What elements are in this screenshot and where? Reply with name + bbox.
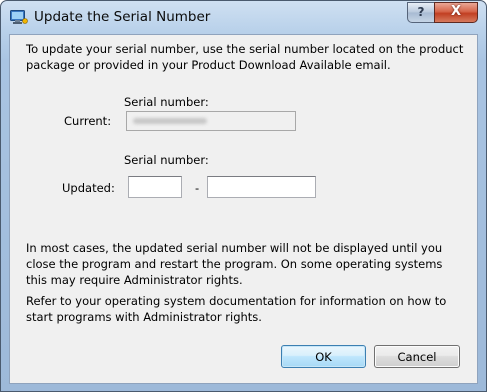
restart-note: In most cases, the updated serial number… xyxy=(26,241,443,287)
serial-part1-input[interactable] xyxy=(128,176,182,198)
help-icon: ? xyxy=(417,5,425,19)
close-button[interactable]: X xyxy=(434,2,478,23)
intro-text: To update your serial number, use the se… xyxy=(26,42,464,72)
window-title: Update the Serial Number xyxy=(34,9,211,25)
app-window-icon xyxy=(10,9,28,25)
ok-button[interactable]: OK xyxy=(281,345,366,368)
serial-part2-input[interactable] xyxy=(207,176,316,198)
updated-label: Updated: xyxy=(62,181,115,195)
admin-rights-note: Refer to your operating system documenta… xyxy=(26,294,447,324)
dialog-window: Update the Serial Number ? X To update y… xyxy=(0,0,487,392)
updated-serial-heading: Serial number: xyxy=(124,153,209,167)
current-serial-heading: Serial number: xyxy=(124,95,209,109)
current-serial-field xyxy=(126,111,296,131)
current-label: Current: xyxy=(64,114,112,128)
obscured-serial-value xyxy=(133,118,207,124)
title-bar[interactable]: Update the Serial Number ? X xyxy=(1,1,486,35)
help-button[interactable]: ? xyxy=(407,2,434,23)
serial-separator: - xyxy=(195,181,200,195)
cancel-button[interactable]: Cancel xyxy=(374,345,460,368)
caption-buttons: ? X xyxy=(407,2,478,23)
close-icon: X xyxy=(450,4,462,19)
dialog-body: To update your serial number, use the se… xyxy=(9,34,478,384)
